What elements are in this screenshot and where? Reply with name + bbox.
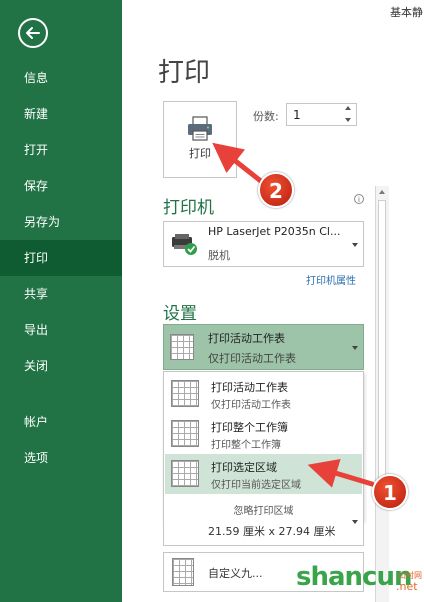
annotation-badge-1: 1: [372, 474, 408, 510]
watermark-net: .net: [396, 580, 418, 593]
annotation-badge-2: 2: [258, 172, 294, 208]
watermark-logo: shancun: [296, 562, 412, 592]
annotation-arrows: [212, 142, 375, 488]
annotation-arrow-1: [307, 458, 375, 488]
annotation-arrow-2: [212, 142, 265, 185]
